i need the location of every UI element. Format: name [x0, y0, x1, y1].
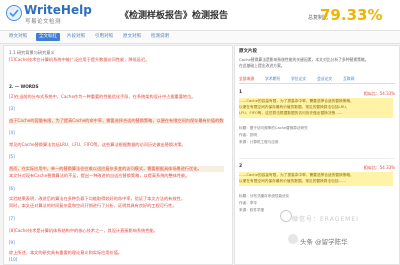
doc-line: 本文针对现有Cache替换算法的不足，提出一种改进的自适应替换策略，以提高系统的… [9, 173, 190, 178]
tab-internet[interactable]: 互联网 [343, 76, 354, 82]
match-text: ……Cache的容量有限，为了提高命中率，需要选择合适的替换策略， [239, 99, 354, 103]
tab-original-compare-2[interactable]: 原文对照 [120, 33, 144, 41]
match-meta: 标题：分布式缓存系统性能优化 [239, 194, 290, 198]
paragraph-number: [7] [9, 216, 15, 221]
match-text: LFU、FIFO等，这些算法根据数据的访问历史做出替换决策…… [239, 111, 343, 115]
brand-name: WriteHelp [24, 3, 92, 17]
doc-line: 综上所述，本文的研究具有重要的理论意义和实际应用价值。 [9, 250, 123, 255]
match-meta: 标题：基于访问频率的Cache替换算法研究 [239, 126, 308, 130]
tab-journals[interactable]: 学术期刊 [265, 76, 280, 82]
source-panel: 原文片段 Cache替换算法是影响系统性能的关键因素，本文对比分析了多种替换策略… [234, 45, 400, 265]
paragraph-number: [5] [9, 154, 15, 159]
match-meta: 作者：李华 [239, 201, 257, 205]
tab-original-compare[interactable]: 原文对照 [6, 33, 30, 41]
match-text: ……Cache的容量有限，为了提高命中率，需要选择合适的替换策略， [239, 173, 354, 177]
match-meta: 来源：软件学报 [239, 208, 265, 212]
page-title: 《检测样板报告》检测报告 [120, 11, 229, 21]
divider [239, 158, 395, 159]
match-meta: 作者：张明 [239, 133, 257, 137]
tab-fragment-compare[interactable]: 片段对照 [64, 33, 88, 41]
tab-detection-notes[interactable]: 检测说明 [148, 33, 172, 41]
tab-conferences[interactable]: 会议论文 [317, 76, 332, 82]
match-number: 2 [239, 164, 243, 169]
document-panel: 1.1 研究背景与研究意义 [1]Cache技术在计算机系统中被广泛应用于提升数… [3, 45, 233, 265]
match-similarity: 相似比：54.33% [363, 91, 395, 96]
report-header: WriteHelp 写易论文检测 《检测样板报告》检测报告 总复制比 79.33… [0, 0, 400, 30]
match-text: 以便在有限空间内保存最有价值的数据。常见的替换算法包括…… [239, 179, 346, 183]
tab-theses[interactable]: 学位论文 [291, 76, 306, 82]
brand-subtitle: 写易论文检测 [25, 19, 62, 25]
watermark-toutiao: 头条 @留学陈华 [300, 238, 348, 246]
source-panel-title: 原文片段 [239, 49, 257, 54]
doc-line: 常见的Cache替换算法包括LRU、LFU、FIFO等，这些算法根据数据的访问历… [9, 142, 186, 147]
paragraph-number: [3] [9, 106, 15, 111]
match-meta: 来源：计算机工程与应用 [239, 140, 279, 144]
paragraph-number: [6] [9, 186, 15, 191]
match-similarity: 相似比：54.33% [363, 165, 395, 170]
doc-line: [8]Cache技术是计算机体系结构中的核心技术之一，其设计直接影响系统性能。 [9, 228, 158, 233]
paragraph-number: [9] [9, 240, 15, 245]
match-text: 以便在有限空间内保存最有价值的数据。常见的替换算法包括LRU、 [239, 105, 350, 109]
doc-line: 同时，本文还对算法的时间复杂度和空间开销进行了分析，证明其具有良好的工程可行性。 [9, 203, 177, 208]
watermark-wechat: 微信号：ERAGEMEI [292, 216, 359, 223]
tab-citation-compare[interactable]: 引用对照 [92, 33, 116, 41]
tab-all-sources[interactable]: 全部来源 [239, 76, 254, 82]
match-number: 1 [239, 90, 243, 95]
doc-heading: 2. 一 WORDS [9, 84, 39, 89]
source-intro: 在此基础上提出改进方案。 [239, 63, 285, 68]
doc-line: 由于Cache的容量有限，为了提高Cache的命中率，需要选择合适的替换策略，以… [9, 118, 224, 123]
doc-line: [2]在当前的分布式系统中，Cache作为一种重要的性能优化手段，在系统架构设计… [9, 94, 196, 99]
doc-line: 实验结果表明，改进后的算法在多种负载下均能取得较好的命中率，验证了本文方法的有效… [9, 196, 185, 201]
wechat-icon [280, 210, 292, 222]
source-filter-tabs: 全部来源 学术期刊 学位论文 会议论文 互联网 [239, 75, 395, 84]
toutiao-avatar-icon [288, 234, 298, 244]
tab-full-red[interactable]: 全文标红 [36, 33, 60, 41]
view-tabs: 原文对照 全文标红 片段对照 引用对照 原文对照 检测说明 [0, 30, 400, 44]
doc-line: 然而，在实际应用中，单一的替换算法往往难以适应复杂多变的访问模式，需要根据具体场… [9, 166, 202, 171]
doc-line: [1]Cache技术在计算机系统中被广泛应用于提升数据访问性能，降低延迟。 [9, 57, 150, 62]
copy-rate-value: 79.33% [320, 6, 383, 24]
paragraph-number: [4] [9, 130, 15, 135]
doc-line: 1.1 研究背景与研究意义 [9, 50, 55, 55]
paragraph-number: [10] [9, 257, 18, 262]
writehelp-logo-icon [6, 5, 22, 21]
